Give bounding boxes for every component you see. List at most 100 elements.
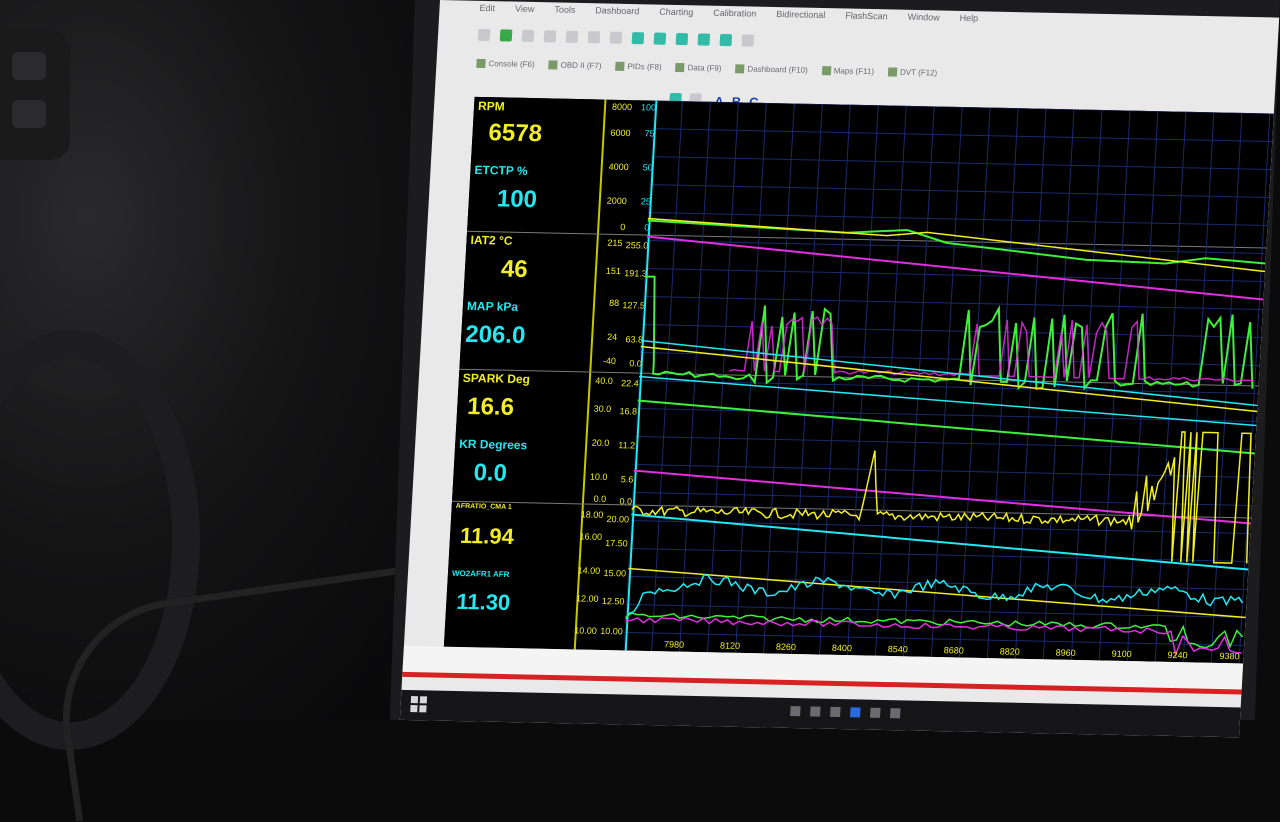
kr-value: 0.0 (472, 459, 508, 487)
wo2-tick: 15.00 (603, 567, 627, 579)
wo2-tick: 17.50 (604, 537, 628, 549)
open-icon[interactable] (499, 29, 513, 42)
play-icon[interactable] (830, 706, 841, 718)
last-frame-icon[interactable] (889, 708, 901, 719)
first-frame-icon[interactable] (790, 706, 801, 717)
iat2-label: IAT2 °C (470, 232, 513, 248)
map-tick: 0.0 (628, 358, 643, 369)
map-tick: 127.5 (622, 300, 646, 311)
grid-line (632, 492, 1252, 506)
pause-icon[interactable] (850, 707, 861, 718)
grid-line (645, 268, 1265, 283)
grid-line (637, 408, 1257, 423)
etctp-readout: ETCTP % 100 (467, 161, 601, 234)
settings-icon[interactable] (741, 34, 755, 47)
windows-start-icon[interactable] (410, 696, 428, 713)
print-icon[interactable] (587, 31, 601, 44)
menu-charting[interactable]: Charting (659, 7, 694, 26)
pan-icon[interactable] (697, 33, 711, 46)
menu-tools[interactable]: Tools (554, 4, 576, 22)
x-tick: 8260 (775, 641, 797, 653)
tab-maps[interactable]: Maps (F11) (821, 60, 874, 81)
tab-label: Data (F9) (687, 62, 722, 73)
tab-label: Console (F6) (488, 58, 535, 69)
iat2-readout: IAT2 °C 46 (463, 231, 597, 300)
wo2-tick: 10.00 (599, 625, 624, 637)
maps-icon (821, 65, 832, 75)
kr-tick: 5.6 (620, 474, 634, 485)
zoom-fit-icon[interactable] (675, 32, 689, 46)
kr-tick: 0.0 (619, 496, 633, 507)
tab-dashboard[interactable]: Dashboard (F10) (735, 58, 809, 80)
menu-bidirectional[interactable]: Bidirectional (776, 9, 826, 28)
etc-tick: 0 (644, 222, 650, 233)
map-trace-2 (729, 315, 1254, 383)
afr-cmd-value: 11.94 (459, 522, 515, 550)
tab-pids[interactable]: PIDs (F8) (615, 56, 662, 77)
menu-calibration[interactable]: Calibration (713, 8, 757, 27)
menu-edit[interactable]: Edit (479, 3, 495, 21)
wo2-label: WO2AFR1 AFR (451, 568, 510, 579)
kr-label: KR Degrees (458, 436, 528, 453)
rpm-trace (647, 219, 1266, 265)
menu-window[interactable]: Window (907, 12, 940, 31)
window-switch (12, 52, 46, 80)
rpm-readout: RPM 6578 (471, 97, 604, 164)
cursor-icon[interactable] (719, 33, 733, 47)
map-tick: 191.3 (623, 268, 648, 279)
datalog-chart[interactable] (623, 100, 1274, 664)
x-tick: 8120 (719, 640, 741, 651)
etctp-value: 100 (496, 185, 538, 214)
spark-label: SPARK Deg (462, 370, 531, 387)
spark-readout: SPARK Deg 16.6 (456, 369, 590, 438)
laptop-screen: Edit View Tools Dashboard Charting Calib… (399, 0, 1280, 738)
wo2-readout: WO2AFR1 AFR 11.30 (444, 567, 578, 650)
spark-ref-trace (637, 399, 1255, 455)
playback-controls (790, 706, 901, 719)
tab-label: Dashboard (F10) (747, 64, 809, 75)
tab-dvt[interactable]: DVT (F12) (887, 61, 938, 82)
wo2-tick: 12.50 (601, 595, 625, 607)
kr-readout: KR Degrees 0.0 (452, 435, 586, 504)
tab-label: OBD II (F7) (560, 60, 602, 70)
menu-flashscan[interactable]: FlashScan (845, 11, 888, 30)
prev-frame-icon[interactable] (810, 706, 821, 717)
etc-tick: 25 (640, 196, 652, 207)
lock-switch (12, 100, 46, 128)
grid-line (902, 106, 935, 657)
tab-console[interactable]: Console (F6) (476, 53, 535, 74)
grid-line (1210, 112, 1243, 663)
tab-label: PIDs (F8) (627, 61, 662, 72)
baro-trace (640, 339, 1258, 407)
new-icon[interactable] (477, 28, 491, 42)
tab-obd[interactable]: OBD II (F7) (548, 54, 602, 75)
grid-line (652, 128, 1273, 143)
rpm-label: RPM (477, 98, 506, 114)
next-frame-icon[interactable] (870, 707, 881, 718)
x-tick: 8680 (943, 645, 965, 656)
chart-panel: RPM 6578 ETCTP % 100 IAT2 °C 46 MAP kPa … (443, 96, 1274, 664)
grid-line (641, 324, 1262, 339)
x-tick: 9240 (1167, 649, 1188, 661)
tab-data[interactable]: Data (F9) (675, 57, 722, 78)
grid-line (1154, 111, 1187, 662)
spark-value: 16.6 (466, 392, 515, 421)
save-icon[interactable] (521, 29, 535, 43)
grid-line (648, 212, 1268, 227)
menu-dashboard[interactable]: Dashboard (595, 5, 640, 24)
taskbar (399, 689, 1241, 738)
etc-tick: 50 (642, 162, 653, 173)
zoom-in-icon[interactable] (631, 32, 645, 45)
tab-label: DVT (F12) (899, 67, 938, 77)
map-tick: 63.8 (625, 334, 644, 345)
menu-help[interactable]: Help (959, 13, 978, 31)
afr-ref-trace (631, 513, 1249, 571)
menu-view[interactable]: View (514, 4, 535, 22)
paste-icon[interactable] (565, 30, 579, 43)
dashboard-icon (735, 63, 745, 73)
copy-icon[interactable] (543, 30, 557, 43)
grid-icon[interactable] (609, 31, 623, 44)
zoom-out-icon[interactable] (653, 32, 667, 45)
pids-icon (615, 61, 625, 71)
x-tick: 8960 (1055, 647, 1076, 658)
